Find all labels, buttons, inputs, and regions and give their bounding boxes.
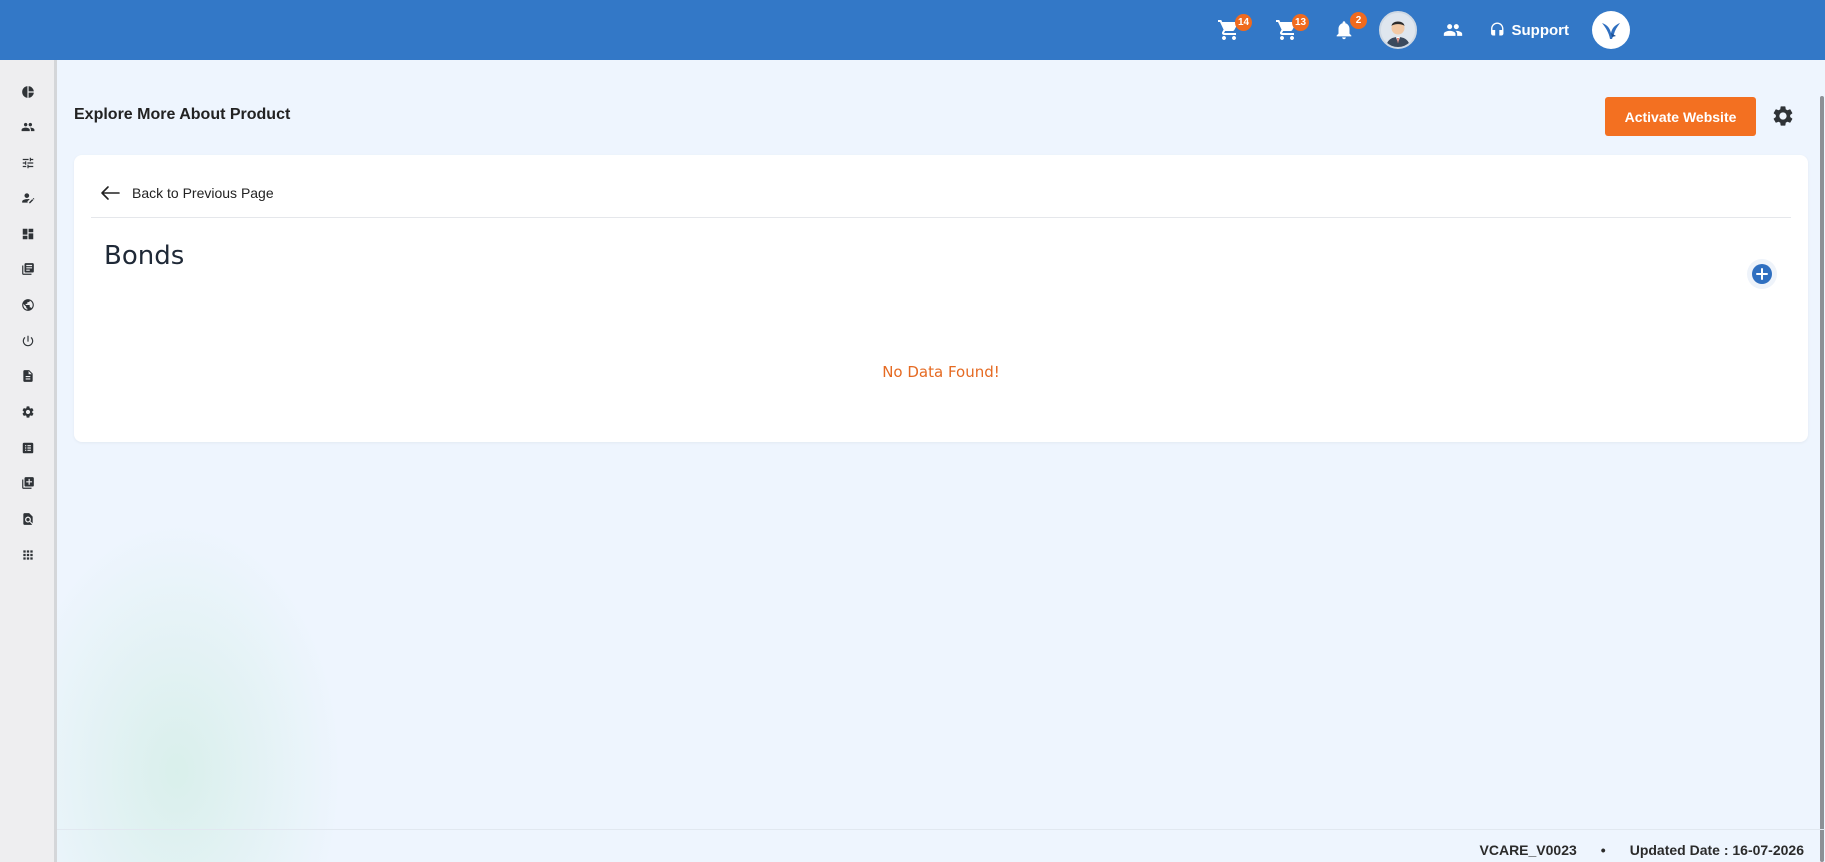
footer-divider: [57, 829, 1825, 830]
pie-chart-icon: [22, 86, 34, 98]
file-search-icon: [23, 513, 33, 525]
bird-logo-icon: [1602, 23, 1620, 39]
document-icon: [23, 370, 33, 382]
gear-icon: [22, 406, 34, 418]
dashboard-icon: [22, 228, 34, 240]
sidebar-item-filters[interactable]: [16, 151, 40, 175]
plus-circle-icon: [1752, 264, 1772, 284]
avatar: [1379, 11, 1417, 49]
people-icon: [21, 122, 35, 132]
top-bar: 14 13 2 Support: [0, 0, 1825, 60]
sidebar-item-dashboard[interactable]: [16, 222, 40, 246]
brand-logo[interactable]: [1591, 0, 1631, 60]
footer-separator: •: [1600, 842, 1606, 858]
background-decoration: [57, 500, 357, 862]
sidebar-item-users[interactable]: [16, 115, 40, 139]
page-title: Explore More About Product: [74, 106, 291, 123]
library-add-icon: [22, 477, 34, 489]
sidebar-item-power[interactable]: [16, 329, 40, 353]
bell-badge: 2: [1350, 12, 1367, 29]
team-button[interactable]: [1440, 0, 1466, 60]
page-settings-button[interactable]: [1771, 104, 1795, 128]
globe-icon: [22, 299, 34, 311]
user-avatar-button[interactable]: [1378, 0, 1418, 60]
scrollbar-thumb[interactable]: [1820, 96, 1824, 862]
sidebar-item-analytics[interactable]: [16, 80, 40, 104]
sliders-icon: [22, 157, 34, 169]
people-icon: [1443, 24, 1463, 36]
apps-grid-icon: [23, 550, 33, 560]
sidebar-item-documents[interactable]: [16, 364, 40, 388]
sidebar-item-library[interactable]: [16, 257, 40, 281]
sidebar-item-list[interactable]: [16, 436, 40, 460]
list-icon: [22, 442, 34, 454]
sidebar-item-library-add[interactable]: [16, 471, 40, 495]
version-label: VCARE_V0023: [1479, 842, 1577, 858]
notifications-button[interactable]: [1331, 0, 1357, 60]
gear-icon: [1773, 106, 1793, 126]
cart-badge-1: 14: [1235, 14, 1253, 31]
back-to-previous-page-link[interactable]: Back to Previous Page: [98, 181, 274, 205]
back-link-label: Back to Previous Page: [132, 185, 274, 201]
empty-state-message: No Data Found!: [882, 363, 1000, 381]
cart-badge-2: 13: [1292, 14, 1310, 31]
card-divider: [91, 217, 1791, 218]
bonds-card: Back to Previous Page Bonds No Data Foun…: [74, 155, 1808, 442]
sidebar-item-website[interactable]: [16, 293, 40, 317]
add-bond-button[interactable]: [1747, 259, 1777, 289]
support-button[interactable]: Support: [1489, 0, 1569, 60]
support-label: Support: [1511, 21, 1570, 39]
sidebar: [0, 60, 57, 862]
section-title: Bonds: [104, 241, 185, 271]
activate-website-button[interactable]: Activate Website: [1605, 97, 1756, 136]
user-portrait-icon: [1381, 13, 1415, 47]
updated-date-label: Updated Date : 16-07-2026: [1629, 842, 1804, 858]
sidebar-item-profile-edit[interactable]: [16, 186, 40, 210]
footer: VCARE_V0023 • Updated Date : 16-07-2026: [1480, 842, 1804, 858]
headset-icon: [1491, 22, 1504, 36]
sidebar-item-file-search[interactable]: [16, 507, 40, 531]
arrow-left-icon: [101, 186, 120, 200]
power-icon: [22, 335, 34, 347]
sidebar-item-settings[interactable]: [16, 400, 40, 424]
person-edit-icon: [22, 193, 35, 204]
sidebar-item-apps[interactable]: [16, 543, 40, 567]
brand-logo-circle: [1592, 11, 1630, 49]
library-icon: [22, 263, 34, 275]
